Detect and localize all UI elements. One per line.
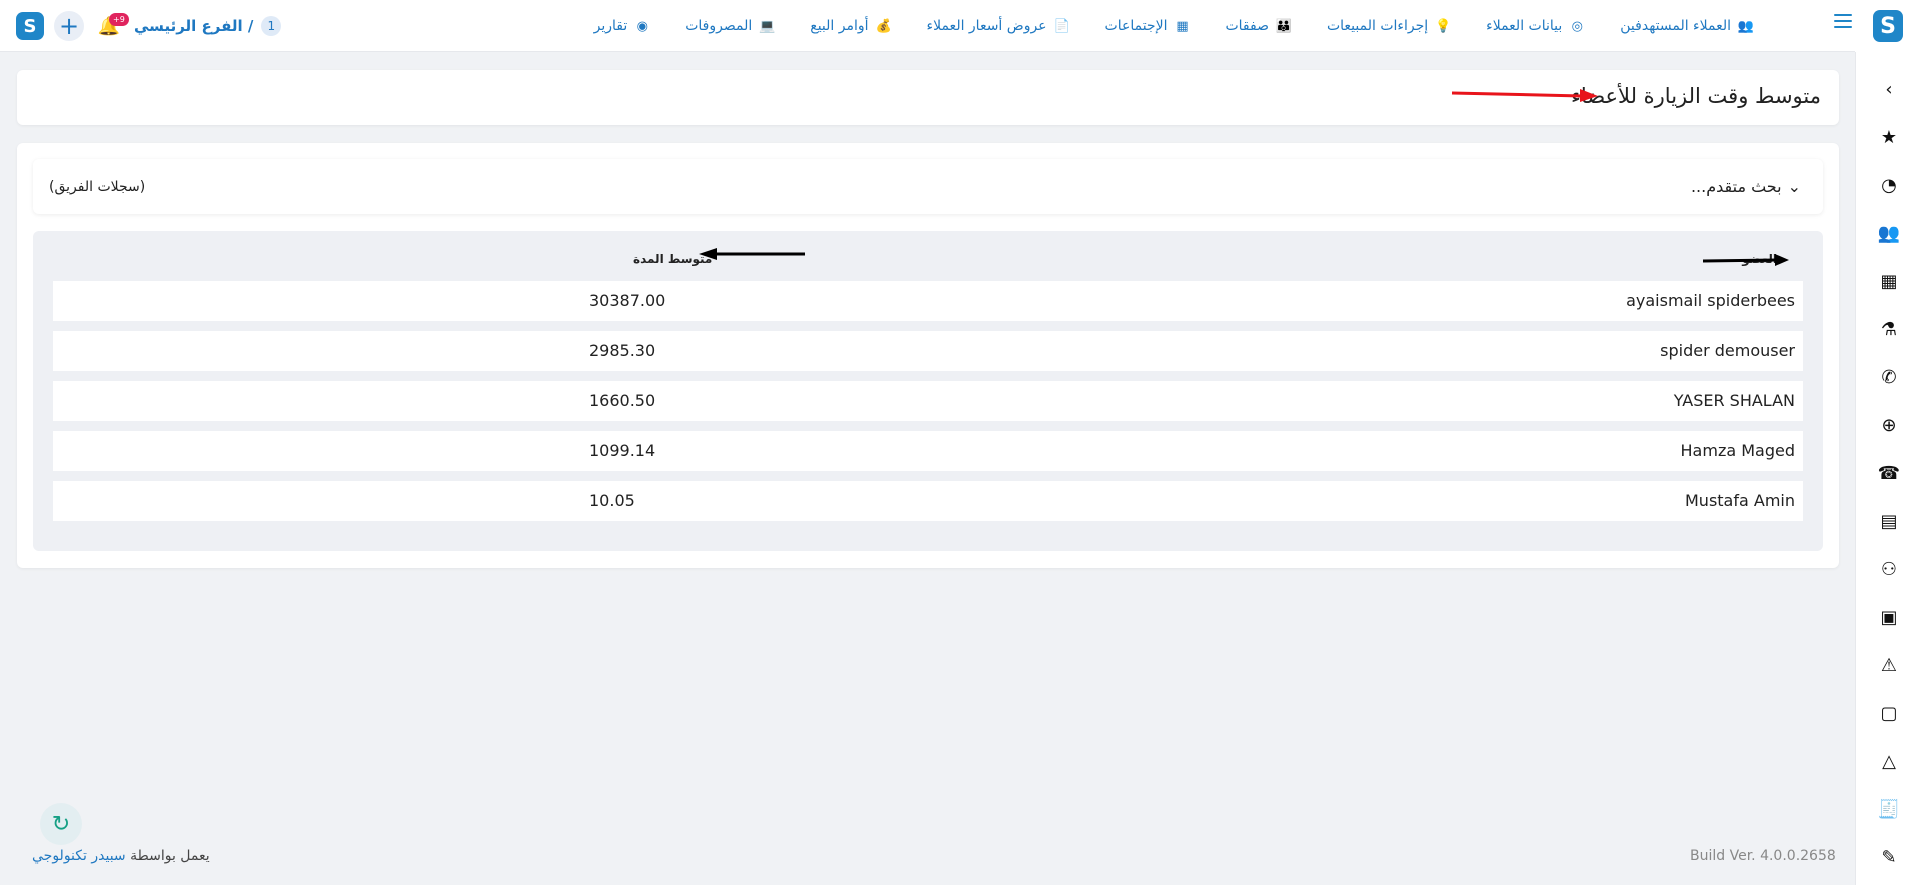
- team-icon[interactable]: ⚇: [1878, 558, 1900, 580]
- mountain-icon[interactable]: △: [1878, 750, 1900, 772]
- phone-call-icon[interactable]: ✆: [1878, 366, 1900, 388]
- powered-by: يعمل بواسطة سبيدر تكنولوجي: [32, 848, 210, 864]
- avg-duration: 2985.30: [589, 341, 656, 360]
- customer-data-icon: ◎: [1571, 18, 1583, 34]
- member-name: spider demouser: [1660, 341, 1795, 360]
- nav-label: عروض أسعار العملاء: [926, 18, 1047, 34]
- brand-logo[interactable]: S: [1855, 0, 1919, 52]
- nav-deals[interactable]: 👪 صفقات: [1225, 17, 1293, 35]
- sales-actions-icon: 💡: [1435, 18, 1452, 34]
- table-row[interactable]: Hamza Maged 1099.14: [53, 431, 1803, 471]
- table-row[interactable]: ayaismail spiderbees 30387.00: [53, 281, 1803, 321]
- team-records-label: (سجلات الفريق): [49, 179, 146, 195]
- search-bar: ⌄ بحث متقدم... (سجلات الفريق): [33, 159, 1823, 214]
- branch-label: الفرع الرئيسي /: [134, 17, 254, 35]
- member-name: YASER SHALAN: [1673, 391, 1795, 410]
- nav-expenses[interactable]: 💻 المصروفات: [685, 17, 776, 35]
- nav-reports[interactable]: ◉ تقارير: [594, 17, 652, 35]
- dashboard-gauge-icon[interactable]: ◔: [1878, 174, 1900, 196]
- avg-duration: 1660.50: [589, 391, 656, 410]
- company-link[interactable]: سبيدر تكنولوجي: [32, 848, 126, 864]
- meetings-icon: ▦: [1176, 18, 1189, 34]
- nav-label: بيانات العملاء: [1486, 18, 1563, 34]
- left-tools: S + 🔔 +9 الفرع الرئيسي / 1: [16, 8, 282, 44]
- star-icon[interactable]: ★: [1878, 126, 1900, 148]
- advanced-search-toggle[interactable]: ⌄ بحث متقدم...: [1691, 177, 1801, 196]
- video-icon[interactable]: ▢: [1878, 702, 1900, 724]
- nav-sales-actions[interactable]: 💡 إجراءات المبيعات: [1327, 17, 1452, 35]
- member-name: Hamza Maged: [1680, 441, 1795, 460]
- members-table: العضو متوسط المدة ayaismail spiderbees 3…: [33, 231, 1823, 551]
- nav-label: صفقات: [1225, 18, 1269, 34]
- top-bar: 👥 العملاء المستهدفين ◎ بيانات العملاء 💡 …: [0, 0, 1855, 52]
- users-icon[interactable]: 👥: [1878, 222, 1900, 244]
- nav-label: العملاء المستهدفين: [1620, 18, 1731, 34]
- page-title: متوسط وقت الزيارة للأعضاء: [1571, 84, 1821, 108]
- build-version: Build Ver. 4.0.0.2658: [1690, 848, 1836, 864]
- loading-spinner-icon: ↻: [40, 803, 82, 845]
- notification-badge: +9: [109, 13, 129, 26]
- right-sidebar: ‹ ★ ◔ 👥 ▦ ⚗ ✆ ⊕ ☎ ▤ ⚇ ▣ ⚠ ▢ △ 🧾 ✎: [1855, 52, 1919, 885]
- report-card: ⌄ بحث متقدم... (سجلات الفريق) العضو متوس…: [17, 143, 1839, 568]
- avg-duration: 1099.14: [589, 441, 656, 460]
- top-nav: 👥 العملاء المستهدفين ◎ بيانات العملاء 💡 …: [594, 0, 1755, 52]
- money-icon[interactable]: ▣: [1878, 606, 1900, 628]
- chevron-left-icon[interactable]: ‹: [1878, 78, 1900, 100]
- nav-label: إجراءات المبيعات: [1326, 18, 1429, 34]
- expenses-icon: 💻: [759, 18, 776, 34]
- calendar-clock-icon[interactable]: ▤: [1878, 510, 1900, 532]
- notifications-button[interactable]: 🔔 +9: [94, 11, 129, 41]
- deals-icon: 👪: [1275, 18, 1293, 34]
- chevron-down-icon: ⌄: [1787, 177, 1801, 196]
- microscope-icon[interactable]: ⚗: [1878, 318, 1900, 340]
- sales-orders-icon: 💰: [875, 18, 892, 34]
- app-logo-icon[interactable]: S: [16, 12, 44, 40]
- powered-by-label: يعمل بواسطة: [130, 848, 210, 864]
- reports-icon: ◉: [636, 18, 648, 34]
- nav-label: الإجتماعات: [1104, 18, 1168, 34]
- add-button[interactable]: +: [54, 11, 84, 41]
- avg-duration: 30387.00: [589, 291, 666, 310]
- member-name: ayaismail spiderbees: [1626, 291, 1795, 310]
- warning-icon[interactable]: ⚠: [1878, 654, 1900, 676]
- table-row[interactable]: YASER SHALAN 1660.50: [53, 381, 1803, 421]
- telephone-icon[interactable]: ☎: [1878, 462, 1900, 484]
- branch-selector[interactable]: الفرع الرئيسي / 1: [134, 16, 282, 36]
- table-row[interactable]: Mustafa Amin 10.05: [53, 481, 1803, 521]
- advanced-search-label: بحث متقدم...: [1690, 177, 1782, 196]
- nav-label: أوامر البيع: [810, 18, 869, 34]
- table-row[interactable]: spider demouser 2985.30: [53, 331, 1803, 371]
- black-arrow-left-annotation: [699, 248, 805, 260]
- signature-icon[interactable]: ✎: [1878, 846, 1900, 868]
- nav-target-customers[interactable]: 👥 العملاء المستهدفين: [1620, 17, 1755, 35]
- location-target-icon[interactable]: ⊕: [1878, 414, 1900, 436]
- red-arrow-annotation: [1451, 89, 1598, 102]
- invoice-icon[interactable]: 🧾: [1878, 798, 1900, 820]
- nav-quotes[interactable]: 📄 عروض أسعار العملاء: [927, 17, 1071, 35]
- member-name: Mustafa Amin: [1685, 491, 1795, 510]
- branch-number-badge: 1: [261, 16, 282, 36]
- nav-label: تقارير: [593, 18, 628, 34]
- brand-logo-icon: S: [1873, 10, 1903, 42]
- building-icon[interactable]: ▦: [1878, 270, 1900, 292]
- nav-customer-data[interactable]: ◎ بيانات العملاء: [1486, 17, 1586, 35]
- target-customers-icon: 👥: [1737, 18, 1755, 34]
- nav-sales-orders[interactable]: 💰 أوامر البيع: [810, 17, 892, 35]
- black-arrow-right-annotation: [1702, 254, 1789, 266]
- nav-meetings[interactable]: ▦ الإجتماعات: [1105, 17, 1192, 35]
- quotes-icon: 📄: [1053, 18, 1070, 34]
- nav-label: المصروفات: [685, 18, 753, 34]
- avg-duration: 10.05: [589, 491, 635, 510]
- menu-icon[interactable]: [1834, 14, 1852, 30]
